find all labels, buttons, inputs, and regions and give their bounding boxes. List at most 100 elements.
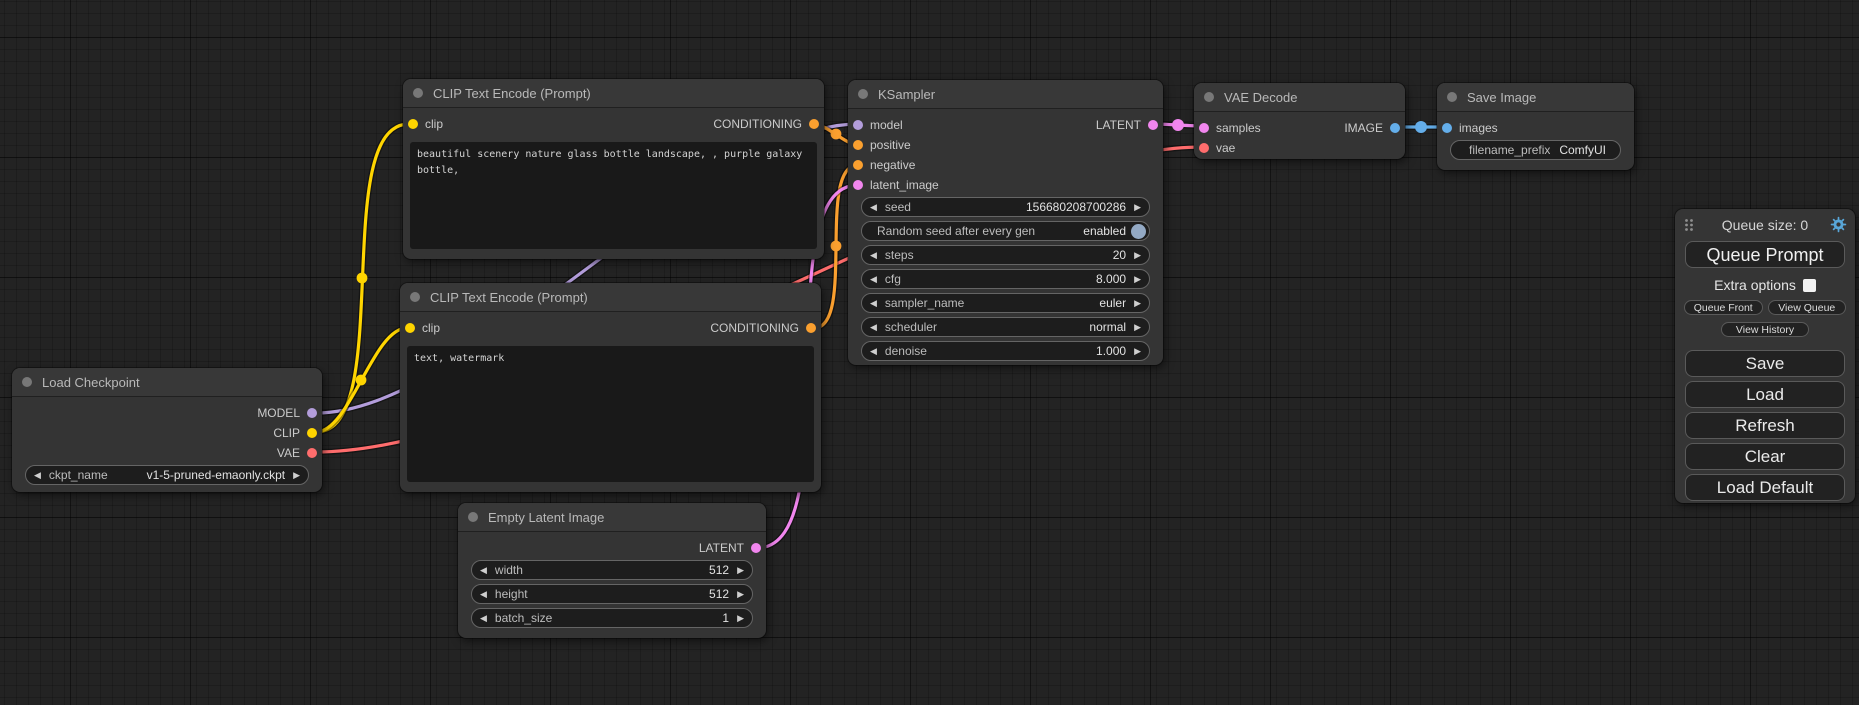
load-default-button[interactable]: Load Default (1685, 474, 1845, 501)
slot-dot-latent-image-input[interactable] (853, 180, 863, 190)
link-midpoint-dot[interactable] (831, 241, 842, 252)
widget-batch-size[interactable]: ◀ batch_size 1 ▶ (471, 608, 753, 628)
slot-label: VAE (277, 446, 300, 460)
slot-dot-image-output[interactable] (1390, 123, 1400, 133)
node-title-bar[interactable]: CLIP Text Encode (Prompt) (403, 79, 824, 108)
node-save-image[interactable]: Save Image images filename_prefix ComfyU… (1437, 83, 1634, 170)
widget-increment-icon[interactable]: ▶ (1134, 299, 1141, 308)
widget-increment-icon[interactable]: ▶ (1134, 251, 1141, 260)
collapse-dot-icon[interactable] (468, 512, 478, 522)
node-ksampler[interactable]: KSampler model LATENT positive negative … (848, 80, 1163, 365)
collapse-dot-icon[interactable] (858, 89, 868, 99)
widget-random-seed-toggle[interactable]: Random seed after every gen enabled (861, 221, 1150, 241)
widget-decrement-icon[interactable]: ◀ (870, 275, 877, 284)
widget-decrement-icon[interactable]: ◀ (34, 471, 41, 480)
node-title-bar[interactable]: Save Image (1437, 83, 1634, 112)
queue-prompt-button[interactable]: Queue Prompt (1685, 241, 1845, 268)
widget-increment-icon[interactable]: ▶ (737, 614, 744, 623)
link-midpoint-dot[interactable] (1415, 121, 1427, 133)
node-title-bar[interactable]: CLIP Text Encode (Prompt) (400, 283, 821, 312)
link-midpoint-dot[interactable] (356, 375, 367, 386)
widget-decrement-icon[interactable]: ◀ (480, 590, 487, 599)
widget-decrement-icon[interactable]: ◀ (480, 566, 487, 575)
widget-increment-icon[interactable]: ▶ (1134, 275, 1141, 284)
widget-height[interactable]: ◀ height 512 ▶ (471, 584, 753, 604)
widget-filename-prefix[interactable]: filename_prefix ComfyUI (1450, 140, 1621, 160)
view-history-button[interactable]: View History (1721, 322, 1809, 337)
node-empty-latent-image[interactable]: Empty Latent Image LATENT ◀ width 512 ▶ … (458, 503, 766, 638)
node-load-checkpoint[interactable]: Load Checkpoint MODEL CLIP VAE ◀ ckpt_na… (12, 368, 322, 492)
widget-seed[interactable]: ◀ seed 156680208700286 ▶ (861, 197, 1150, 217)
slot-dot-vae[interactable] (307, 448, 317, 458)
node-vae-decode[interactable]: VAE Decode samples IMAGE vae (1194, 83, 1405, 159)
slot-dot-images-input[interactable] (1442, 123, 1452, 133)
slot-dot-clip[interactable] (307, 428, 317, 438)
widget-increment-icon[interactable]: ▶ (293, 471, 300, 480)
queue-front-button[interactable]: Queue Front (1684, 300, 1763, 315)
prompt-textarea[interactable]: beautiful scenery nature glass bottle la… (410, 142, 817, 249)
slot-dot-conditioning-output[interactable] (809, 119, 819, 129)
widget-sampler-name[interactable]: ◀ sampler_name euler ▶ (861, 293, 1150, 313)
view-queue-button[interactable]: View Queue (1768, 300, 1847, 315)
node-title-bar[interactable]: Load Checkpoint (12, 368, 322, 397)
widget-increment-icon[interactable]: ▶ (1134, 323, 1141, 332)
widget-scheduler[interactable]: ◀ scheduler normal ▶ (861, 317, 1150, 337)
slot-dot-latent-output[interactable] (751, 543, 761, 553)
link-midpoint-dot[interactable] (357, 273, 368, 284)
toggle-knob-icon[interactable] (1131, 224, 1146, 239)
load-button[interactable]: Load (1685, 381, 1845, 408)
widget-increment-icon[interactable]: ▶ (737, 566, 744, 575)
slot-label: positive (870, 138, 911, 152)
clear-button[interactable]: Clear (1685, 443, 1845, 470)
link-midpoint-dot[interactable] (831, 129, 842, 140)
slot-dot-positive-input[interactable] (853, 140, 863, 150)
widget-cfg[interactable]: ◀ cfg 8.000 ▶ (861, 269, 1150, 289)
node-title: Empty Latent Image (488, 510, 604, 525)
collapse-dot-icon[interactable] (1447, 92, 1457, 102)
prompt-textarea[interactable]: text, watermark (407, 346, 814, 482)
slot-label: IMAGE (1344, 121, 1383, 135)
slot-dot-model[interactable] (307, 408, 317, 418)
slot-dot-samples-input[interactable] (1199, 123, 1209, 133)
node-clip-text-encode-positive[interactable]: CLIP Text Encode (Prompt) clip CONDITION… (403, 79, 824, 259)
widget-decrement-icon[interactable]: ◀ (870, 251, 877, 260)
drag-handle-icon[interactable] (1684, 218, 1694, 237)
save-button[interactable]: Save (1685, 350, 1845, 377)
widget-increment-icon[interactable]: ▶ (1134, 347, 1141, 356)
node-title-bar[interactable]: KSampler (848, 80, 1163, 109)
collapse-dot-icon[interactable] (413, 88, 423, 98)
widget-decrement-icon[interactable]: ◀ (870, 203, 877, 212)
output-slot-model: MODEL (12, 403, 322, 423)
widget-increment-icon[interactable]: ▶ (1134, 203, 1141, 212)
slot-dot-clip-input[interactable] (405, 323, 415, 333)
widget-width[interactable]: ◀ width 512 ▶ (471, 560, 753, 580)
widget-decrement-icon[interactable]: ◀ (870, 347, 877, 356)
slot-dot-model-input[interactable] (853, 120, 863, 130)
output-slot-vae: VAE (12, 443, 322, 463)
node-graph-canvas[interactable]: Load Checkpoint MODEL CLIP VAE ◀ ckpt_na… (0, 0, 1859, 705)
link-midpoint-dot[interactable] (1172, 119, 1184, 131)
slot-dot-vae-input[interactable] (1199, 143, 1209, 153)
settings-gear-icon[interactable] (1830, 216, 1847, 238)
widget-value: ComfyUI (1559, 143, 1606, 157)
widget-ckpt-name[interactable]: ◀ ckpt_name v1-5-pruned-emaonly.ckpt ▶ (25, 465, 309, 485)
node-title-bar[interactable]: VAE Decode (1194, 83, 1405, 112)
slot-dot-negative-input[interactable] (853, 160, 863, 170)
slot-dot-latent-output[interactable] (1148, 120, 1158, 130)
slot-dot-conditioning-output[interactable] (806, 323, 816, 333)
widget-decrement-icon[interactable]: ◀ (870, 323, 877, 332)
node-title-bar[interactable]: Empty Latent Image (458, 503, 766, 532)
refresh-button[interactable]: Refresh (1685, 412, 1845, 439)
widget-value: 20 (1113, 248, 1126, 262)
widget-decrement-icon[interactable]: ◀ (480, 614, 487, 623)
collapse-dot-icon[interactable] (410, 292, 420, 302)
widget-decrement-icon[interactable]: ◀ (870, 299, 877, 308)
widget-denoise[interactable]: ◀ denoise 1.000 ▶ (861, 341, 1150, 361)
extra-options-checkbox[interactable] (1803, 279, 1816, 292)
node-clip-text-encode-negative[interactable]: CLIP Text Encode (Prompt) clip CONDITION… (400, 283, 821, 492)
widget-increment-icon[interactable]: ▶ (737, 590, 744, 599)
slot-dot-clip-input[interactable] (408, 119, 418, 129)
widget-steps[interactable]: ◀ steps 20 ▶ (861, 245, 1150, 265)
collapse-dot-icon[interactable] (1204, 92, 1214, 102)
collapse-dot-icon[interactable] (22, 377, 32, 387)
